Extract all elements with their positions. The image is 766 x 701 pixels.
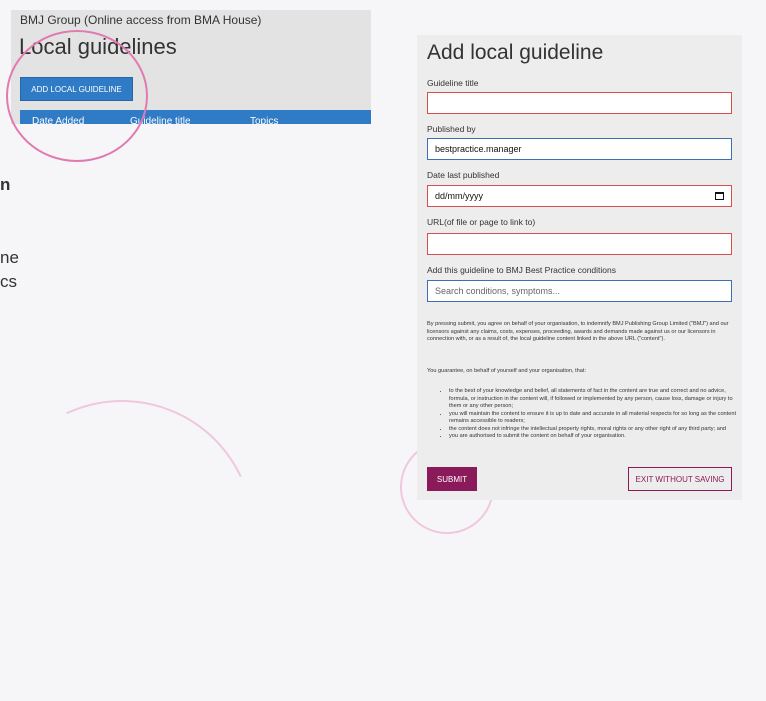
conditions-placeholder: Search conditions, symptoms... xyxy=(435,286,561,296)
published-by-input[interactable]: bestpractice.manager xyxy=(427,138,732,160)
list-item: the content does not infringe the intell… xyxy=(449,426,739,434)
add-local-guideline-button[interactable]: ADD LOCAL GUIDELINE xyxy=(20,77,133,101)
text-fragment: n xyxy=(0,175,11,194)
form-title: Add local guideline xyxy=(427,41,604,64)
url-input[interactable] xyxy=(427,233,732,255)
column-topics[interactable]: Topics xyxy=(250,116,278,124)
local-guidelines-preview: BMJ Group (Online access from BMA House)… xyxy=(11,10,371,124)
list-item: you are authorised to submit the content… xyxy=(449,433,739,441)
url-label: URL(of file or page to link to) xyxy=(427,217,536,227)
guarantee-intro: You guarantee, on behalf of yourself and… xyxy=(427,368,587,374)
decorative-arc xyxy=(0,362,292,701)
conditions-label: Add this guideline to BMJ Best Practice … xyxy=(427,265,616,275)
conditions-search-input[interactable]: Search conditions, symptoms... xyxy=(427,280,732,302)
published-by-value: bestpractice.manager xyxy=(435,144,522,154)
published-by-label: Published by xyxy=(427,124,476,134)
page-title: Local guidelines xyxy=(19,34,177,59)
guideline-title-label: Guideline title xyxy=(427,78,479,88)
text-fragment: ne xyxy=(0,248,19,267)
table-header: Date Added Guideline title Topics xyxy=(20,110,371,124)
text-fragment: cs xyxy=(0,272,17,291)
list-item: to the best of your knowledge and belief… xyxy=(449,388,739,411)
organisation-name: BMJ Group (Online access from BMA House) xyxy=(20,13,262,27)
guarantee-list: to the best of your knowledge and belief… xyxy=(437,388,739,441)
list-item: you will maintain the content to ensure … xyxy=(449,411,739,426)
exit-without-saving-button[interactable]: EXIT WITHOUT SAVING xyxy=(628,467,732,491)
submit-button[interactable]: SUBMIT xyxy=(427,467,477,491)
calendar-icon[interactable] xyxy=(715,192,724,200)
column-guideline-title[interactable]: Guideline title xyxy=(130,116,191,124)
indemnity-text: By pressing submit, you agree on behalf … xyxy=(427,321,729,342)
date-placeholder: dd/mm/yyyy xyxy=(435,191,484,201)
date-published-label: Date last published xyxy=(427,170,500,180)
add-guideline-form: Add local guideline Guideline title Publ… xyxy=(417,35,742,500)
guideline-title-input[interactable] xyxy=(427,92,732,114)
column-date-added[interactable]: Date Added xyxy=(32,116,84,124)
date-published-input[interactable]: dd/mm/yyyy xyxy=(427,185,732,207)
